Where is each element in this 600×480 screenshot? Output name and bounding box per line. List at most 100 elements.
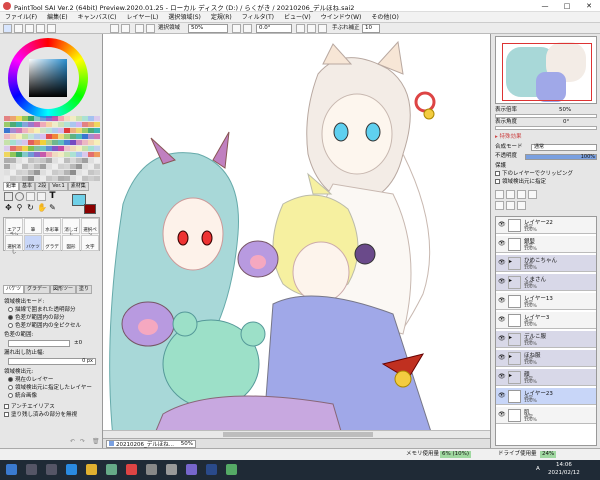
clear-layer-icon[interactable] — [506, 201, 515, 210]
task-view-icon[interactable] — [46, 464, 57, 475]
palette-grid[interactable] — [4, 116, 100, 181]
brush-tool-item[interactable]: 消しゴム — [62, 218, 80, 238]
brush-tool-item[interactable]: バケツ — [24, 235, 42, 251]
menu-view[interactable]: ビュー(V) — [279, 12, 316, 22]
visibility-eye-icon[interactable]: 👁 — [498, 222, 506, 228]
visibility-eye-icon[interactable]: 👁 — [498, 374, 506, 380]
scrollbar-thumb[interactable] — [223, 432, 373, 437]
rotate-left-icon[interactable] — [296, 24, 305, 33]
color-square[interactable] — [29, 59, 67, 97]
new-layer-icon[interactable] — [495, 190, 504, 199]
ime-indicator[interactable]: A — [536, 466, 540, 473]
clock-time[interactable]: 14:06 — [556, 462, 572, 469]
brush-tool-item[interactable]: 筆 — [24, 218, 42, 234]
menu-layer[interactable]: レイヤー(L) — [122, 12, 164, 22]
menu-other[interactable]: その他(O) — [366, 12, 403, 22]
ignore-unpainted-checkbox[interactable]: 塗り残し済みの部分を無視 — [4, 412, 77, 419]
palette-swatch[interactable] — [94, 122, 100, 127]
merge-down-icon[interactable] — [495, 201, 504, 210]
visibility-eye-icon[interactable]: 👁 — [498, 241, 506, 247]
color-slider-icon[interactable] — [14, 24, 23, 33]
brush-tool-item[interactable]: 水彩筆 — [43, 218, 61, 234]
palette-swatch[interactable] — [94, 140, 100, 145]
edge-icon[interactable] — [66, 464, 77, 475]
palette-swatch[interactable] — [94, 146, 100, 151]
antialias-checkbox[interactable]: アンチエイリアス — [4, 404, 55, 411]
detect-mode-option-2[interactable]: 色差が範囲内の部分 — [8, 315, 65, 322]
copy-layer-icon[interactable] — [528, 190, 537, 199]
tool-tab-ver1[interactable]: Ver.1 — [49, 182, 68, 191]
menu-canvas[interactable]: キャンバス(C) — [73, 12, 122, 22]
layer-row[interactable]: 👁 レイヤー23 通常 100% — [496, 388, 596, 405]
palette-swatch[interactable] — [94, 176, 100, 181]
layer-row[interactable]: 👁 ▸ 顔通常 100% — [496, 369, 596, 386]
select-rect-icon[interactable] — [4, 192, 13, 201]
palette-swatch[interactable] — [94, 158, 100, 163]
navigator-preview[interactable] — [495, 36, 597, 104]
brush-tool-item[interactable]: 選択消し — [5, 235, 23, 255]
layer-row[interactable]: 👁 ▸ くまさん 通常 100% — [496, 274, 596, 291]
color-range-slider[interactable] — [8, 340, 70, 347]
hand-icon[interactable]: ✋ — [37, 203, 47, 212]
palette-swatch[interactable] — [94, 116, 100, 121]
brush-tool-item[interactable]: 選択ペン — [81, 218, 99, 238]
tool-tab-2[interactable]: 2段 — [35, 182, 50, 191]
deselect-icon[interactable] — [135, 24, 144, 33]
move-icon[interactable]: ✥ — [4, 203, 13, 212]
tool-tab-materials[interactable]: 素材集 — [67, 182, 89, 191]
menu-window[interactable]: ウインドウ(W) — [316, 12, 367, 22]
layer-row[interactable]: 👁 ▸ ほね服 通常 100% — [496, 350, 596, 367]
selection-toggle-icon[interactable] — [146, 24, 155, 33]
zoom-tool-icon[interactable]: ⚲ — [15, 203, 24, 212]
color-wheel[interactable] — [8, 38, 88, 118]
angle-select[interactable]: 0.0° — [256, 24, 292, 33]
detect-mode-option-3[interactable]: 色差が範囲内の全ピクセル — [8, 323, 81, 330]
nav-angle-slider[interactable] — [495, 126, 597, 130]
lasso-icon[interactable] — [15, 192, 24, 201]
zoom-select[interactable]: 50% — [188, 24, 228, 33]
app-icon-5[interactable] — [226, 464, 237, 475]
horizontal-scrollbar[interactable] — [103, 430, 490, 438]
explorer-icon[interactable] — [86, 464, 97, 475]
text-tool-icon[interactable]: T — [48, 192, 57, 201]
layer-row[interactable]: 👁 レイヤー3 通常 100% — [496, 312, 596, 329]
search-icon[interactable] — [26, 464, 37, 475]
visibility-eye-icon[interactable]: 👁 — [498, 298, 506, 304]
menu-ruler[interactable]: 定規(R) — [206, 12, 237, 22]
palette-swatch[interactable] — [94, 164, 100, 169]
minimize-button[interactable]: — — [534, 0, 556, 12]
document-tab[interactable]: 20210206_デルほね... 50% — [106, 440, 196, 448]
new-linework-icon[interactable] — [517, 190, 526, 199]
menu-file[interactable]: ファイル(F) — [0, 12, 42, 22]
redo-small-icon[interactable]: ↷ — [80, 438, 85, 445]
close-button[interactable]: ✕ — [578, 0, 600, 12]
layer-row[interactable]: 👁 ▸ デルこ服 通常 100% — [496, 331, 596, 348]
layer-row[interactable]: 👁 レイヤー22 通常 100% — [496, 217, 596, 234]
source-option-3[interactable]: 統合画像 — [8, 393, 37, 400]
scratchpad-icon[interactable] — [47, 24, 56, 33]
subtab-fill[interactable]: 塗り — [76, 285, 93, 294]
tool-tab-basic[interactable]: 基本 — [19, 182, 36, 191]
blend-mode-select[interactable]: 通常 — [531, 144, 597, 151]
visibility-eye-icon[interactable]: 👁 — [498, 412, 506, 418]
palette-icon[interactable] — [25, 24, 34, 33]
brush-tool-item[interactable]: グラデ — [43, 235, 61, 251]
delete-layer-icon[interactable] — [517, 201, 526, 210]
swatch-icon[interactable] — [36, 24, 45, 33]
trash-icon[interactable]: 🗑 — [92, 438, 100, 445]
palette-swatch[interactable] — [94, 170, 100, 175]
visibility-eye-icon[interactable]: 👁 — [498, 279, 506, 285]
rotate-tool-icon[interactable]: ↻ — [26, 203, 35, 212]
layer-row[interactable]: 👁 銀髪 通常 100% — [496, 236, 596, 253]
start-icon[interactable] — [6, 464, 17, 475]
subtab-bucket[interactable]: バケツ — [3, 285, 25, 294]
zoom-out-icon[interactable] — [243, 24, 252, 33]
store-icon[interactable] — [106, 464, 117, 475]
flip-icon[interactable] — [318, 24, 327, 33]
brush-tool-item[interactable]: 図形 — [62, 235, 80, 251]
secondary-color-swatch[interactable] — [84, 204, 96, 214]
new-folder-icon[interactable] — [506, 190, 515, 199]
app-icon-2[interactable] — [166, 464, 177, 475]
tool-tab-pencil[interactable]: 鉛筆 — [3, 182, 20, 191]
zoom-in-icon[interactable] — [232, 24, 241, 33]
